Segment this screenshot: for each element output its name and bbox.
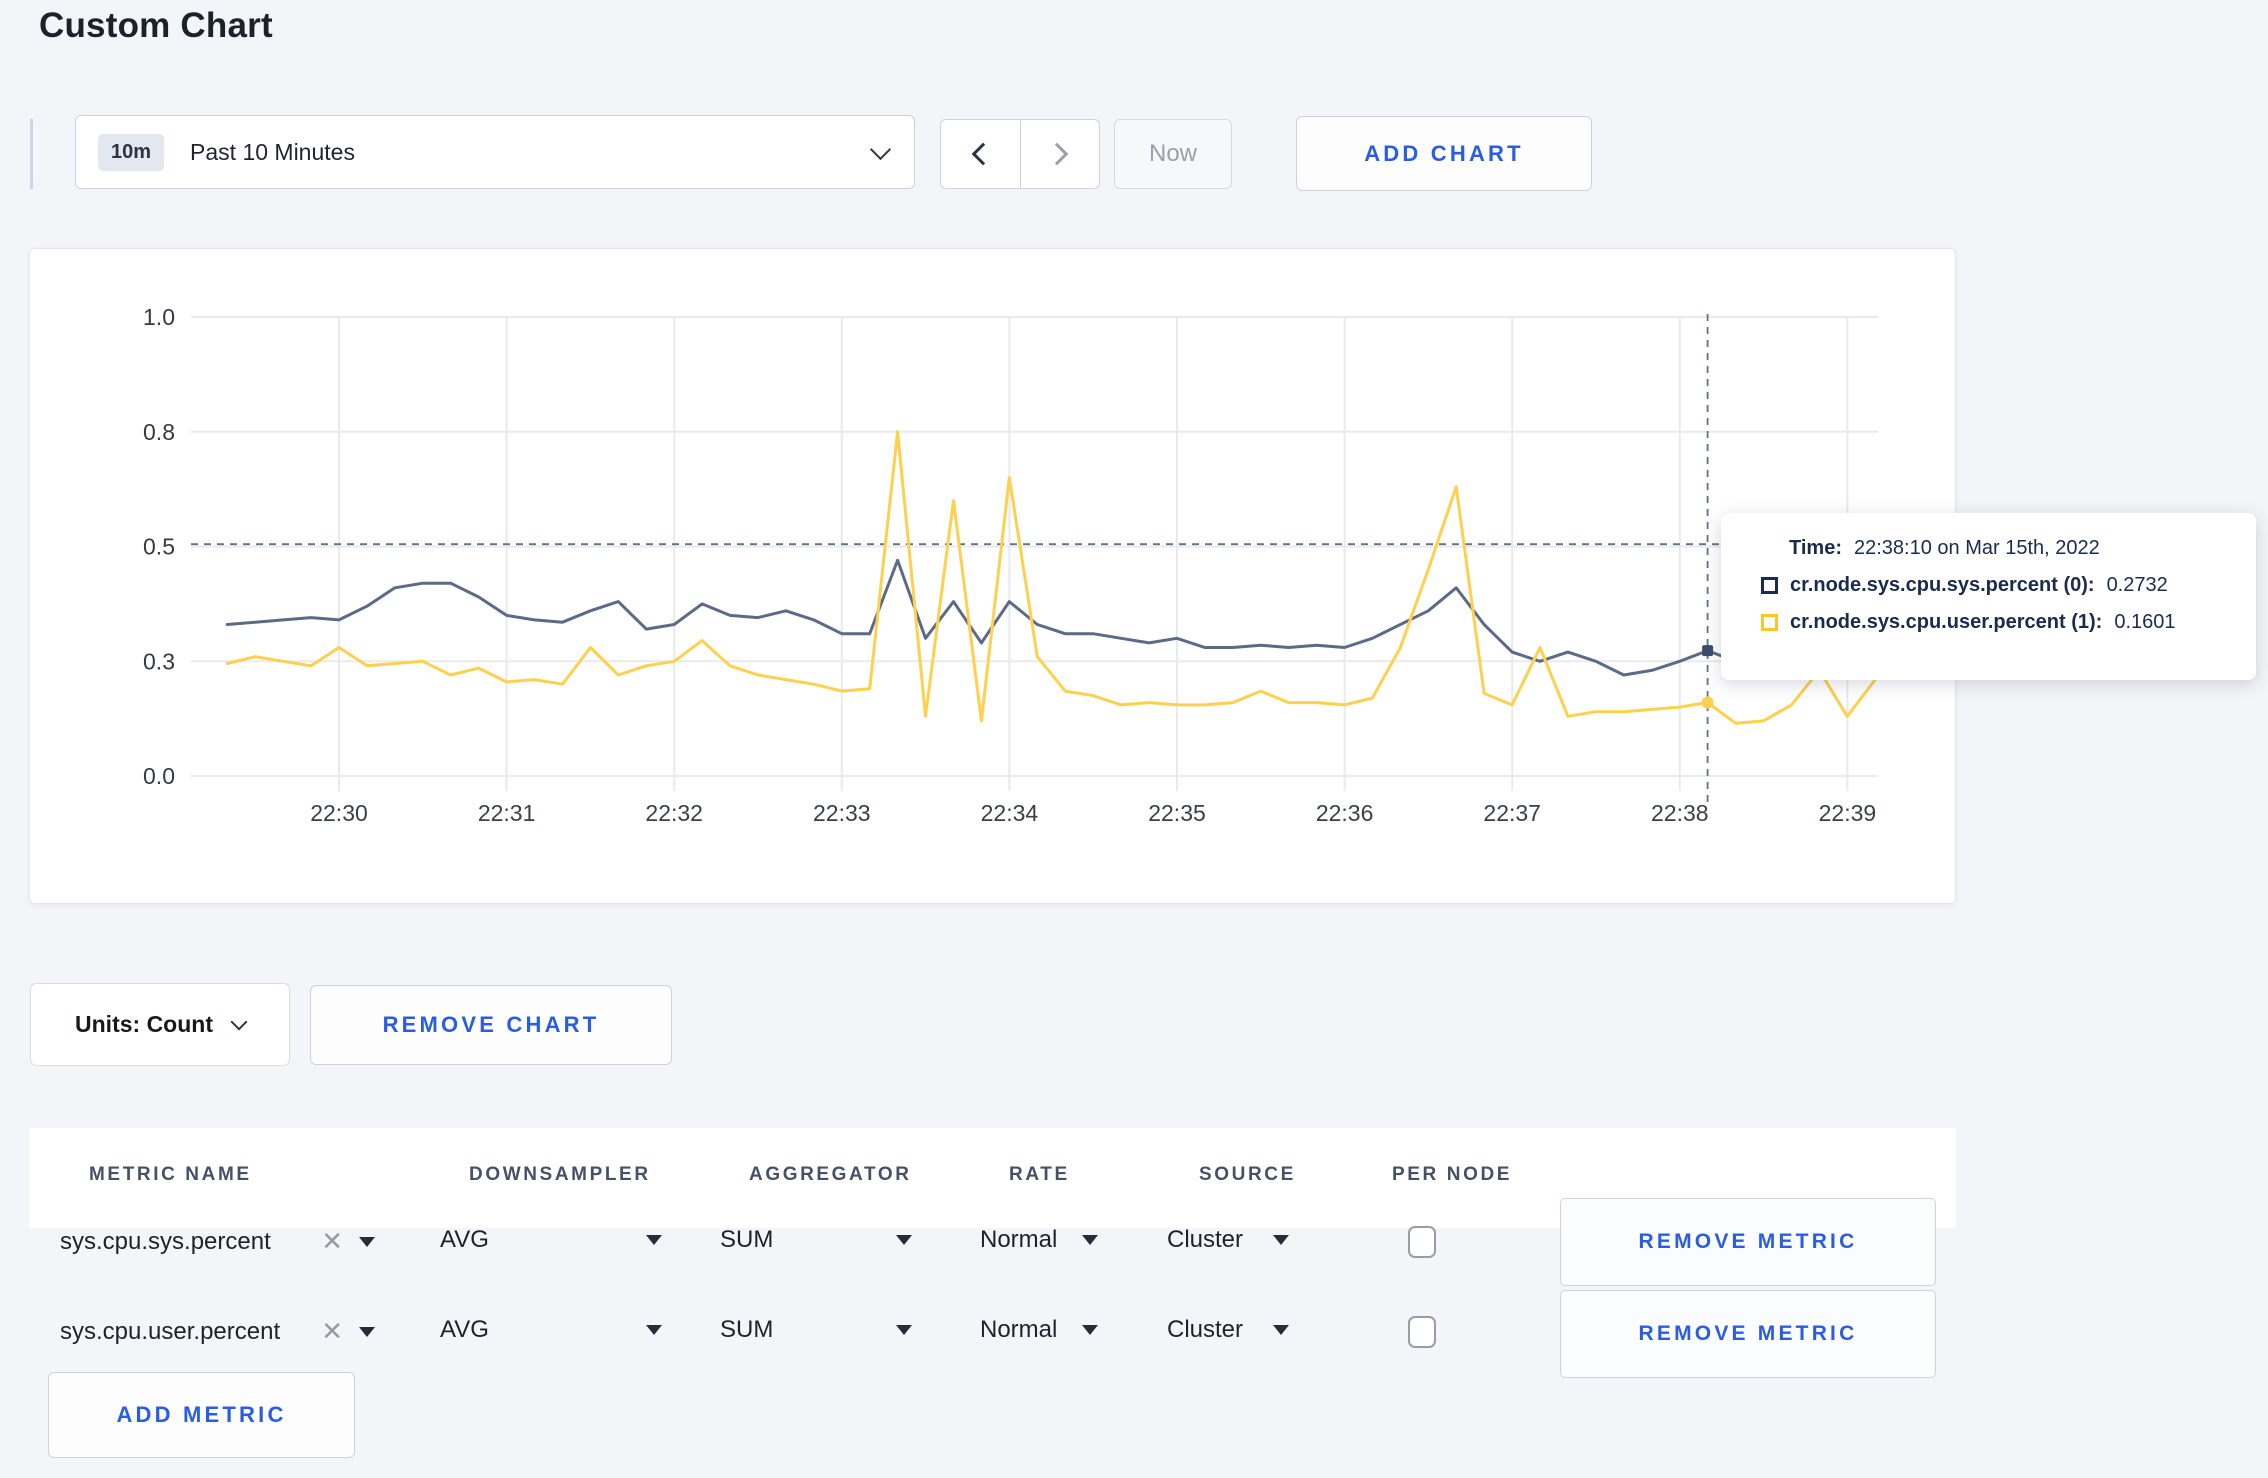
timeseries-chart[interactable]: 0.0 0.3 0.5 0.8 1.0 22:30 22:31 22:32 22:33 22:34… xyxy=(30,249,1957,905)
svg-text:22:36: 22:36 xyxy=(1316,800,1374,826)
downsampler-select[interactable]: AVG xyxy=(440,1316,662,1344)
aggregator-select[interactable]: SUM xyxy=(720,1226,912,1254)
custom-chart-page: Custom Chart 10m Past 10 Minutes Now ADD… xyxy=(0,0,2268,1478)
aggregator-select[interactable]: SUM xyxy=(720,1316,912,1344)
chart-tooltip: Time: 22:38:10 on Mar 15th, 2022 cr.node… xyxy=(1721,513,2256,680)
time-step-controls xyxy=(940,119,1100,189)
time-range-label: Past 10 Minutes xyxy=(190,138,355,165)
tooltip-series-user-label: cr.node.sys.cpu.user.percent (1): xyxy=(1790,611,2103,633)
tooltip-time-value: 22:38:10 on Mar 15th, 2022 xyxy=(1853,537,2100,559)
svg-text:22:39: 22:39 xyxy=(1819,800,1877,826)
rate-value: Normal xyxy=(980,1316,1058,1343)
downsampler-value: AVG xyxy=(440,1316,489,1343)
clear-metric-icon[interactable]: ✕ xyxy=(321,1226,343,1257)
chart-panel[interactable]: 0.0 0.3 0.5 0.8 1.0 22:30 22:31 22:32 22:33 22:34… xyxy=(29,248,1956,904)
svg-text:22:34: 22:34 xyxy=(981,800,1039,826)
col-header-aggregator: AGGREGATOR xyxy=(749,1164,912,1185)
rate-value: Normal xyxy=(980,1226,1058,1253)
rate-select[interactable]: Normal xyxy=(980,1316,1098,1344)
series-user-swatch-icon xyxy=(1761,614,1778,631)
dropdown-caret-icon xyxy=(646,1235,662,1245)
tooltip-series-sys-label: cr.node.sys.cpu.sys.percent (0): xyxy=(1790,574,2095,596)
remove-metric-button[interactable]: REMOVE METRIC xyxy=(1560,1198,1936,1286)
dropdown-caret-icon xyxy=(896,1325,912,1335)
aggregator-value: SUM xyxy=(720,1226,774,1253)
add-metric-button[interactable]: ADD METRIC xyxy=(48,1372,355,1458)
dropdown-caret-icon xyxy=(1273,1235,1289,1245)
dropdown-caret-icon xyxy=(1273,1325,1289,1335)
rate-select[interactable]: Normal xyxy=(980,1226,1098,1254)
remove-chart-button[interactable]: REMOVE CHART xyxy=(310,985,672,1065)
source-value: Cluster xyxy=(1167,1316,1244,1343)
chevron-right-icon xyxy=(1045,142,1069,166)
tooltip-time-label: Time: xyxy=(1789,537,1842,559)
dropdown-caret-icon xyxy=(646,1325,662,1335)
svg-text:22:37: 22:37 xyxy=(1483,800,1541,826)
svg-text:0.5: 0.5 xyxy=(143,534,175,560)
svg-text:22:31: 22:31 xyxy=(478,800,536,826)
source-select[interactable]: Cluster xyxy=(1167,1226,1289,1254)
next-timespan-button[interactable] xyxy=(1019,120,1100,188)
per-node-checkbox[interactable] xyxy=(1408,1226,1436,1258)
svg-text:22:35: 22:35 xyxy=(1148,800,1206,826)
svg-text:0.8: 0.8 xyxy=(143,419,175,445)
aggregator-value: SUM xyxy=(720,1316,774,1343)
time-range-dropdown[interactable]: 10m Past 10 Minutes xyxy=(75,115,915,189)
chevron-down-icon xyxy=(230,1013,248,1031)
svg-text:0.0: 0.0 xyxy=(143,763,175,789)
source-value: Cluster xyxy=(1167,1226,1244,1253)
metric-name-select[interactable]: sys.cpu.sys.percent ✕ xyxy=(60,1226,375,1257)
source-select[interactable]: Cluster xyxy=(1167,1316,1289,1344)
svg-text:22:38: 22:38 xyxy=(1651,800,1709,826)
clear-metric-icon[interactable]: ✕ xyxy=(321,1316,343,1347)
now-button[interactable]: Now xyxy=(1114,119,1232,189)
svg-text:1.0: 1.0 xyxy=(143,304,175,330)
dropdown-caret-icon xyxy=(359,1326,375,1337)
svg-text:0.3: 0.3 xyxy=(143,648,175,674)
metric-name-select[interactable]: sys.cpu.user.percent ✕ xyxy=(60,1316,375,1347)
left-divider xyxy=(30,119,33,189)
col-header-source: SOURCE xyxy=(1199,1164,1296,1185)
series-sys-swatch-icon xyxy=(1761,577,1778,594)
add-chart-button[interactable]: ADD CHART xyxy=(1296,116,1592,191)
col-header-per-node: PER NODE xyxy=(1392,1164,1513,1185)
chevron-left-icon xyxy=(971,142,995,166)
time-range-badge: 10m xyxy=(98,133,165,171)
tooltip-series-user-value: 0.1601 xyxy=(2114,611,2176,633)
tooltip-series-sys-value: 0.2732 xyxy=(2106,574,2168,596)
downsampler-select[interactable]: AVG xyxy=(440,1226,662,1254)
dropdown-caret-icon xyxy=(359,1236,375,1247)
col-header-metric-name: METRIC NAME xyxy=(89,1164,252,1185)
metric-name-value: sys.cpu.user.percent xyxy=(60,1317,281,1345)
metric-name-value: sys.cpu.sys.percent xyxy=(60,1227,271,1255)
per-node-checkbox[interactable] xyxy=(1408,1316,1436,1348)
svg-text:22:30: 22:30 xyxy=(310,800,368,826)
svg-text:22:33: 22:33 xyxy=(813,800,871,826)
col-header-downsampler: DOWNSAMPLER xyxy=(469,1164,651,1185)
dropdown-caret-icon xyxy=(1082,1325,1098,1335)
remove-metric-button[interactable]: REMOVE METRIC xyxy=(1560,1290,1936,1378)
units-label: Units: Count xyxy=(75,1011,213,1037)
dropdown-caret-icon xyxy=(896,1235,912,1245)
page-title: Custom Chart xyxy=(39,6,273,45)
col-header-rate: RATE xyxy=(1009,1164,1070,1185)
downsampler-value: AVG xyxy=(440,1226,489,1253)
previous-timespan-button[interactable] xyxy=(941,120,1020,188)
dropdown-caret-icon xyxy=(1082,1235,1098,1245)
chevron-down-icon xyxy=(869,138,892,160)
units-dropdown[interactable]: Units: Count xyxy=(30,983,290,1066)
svg-text:22:32: 22:32 xyxy=(645,800,703,826)
